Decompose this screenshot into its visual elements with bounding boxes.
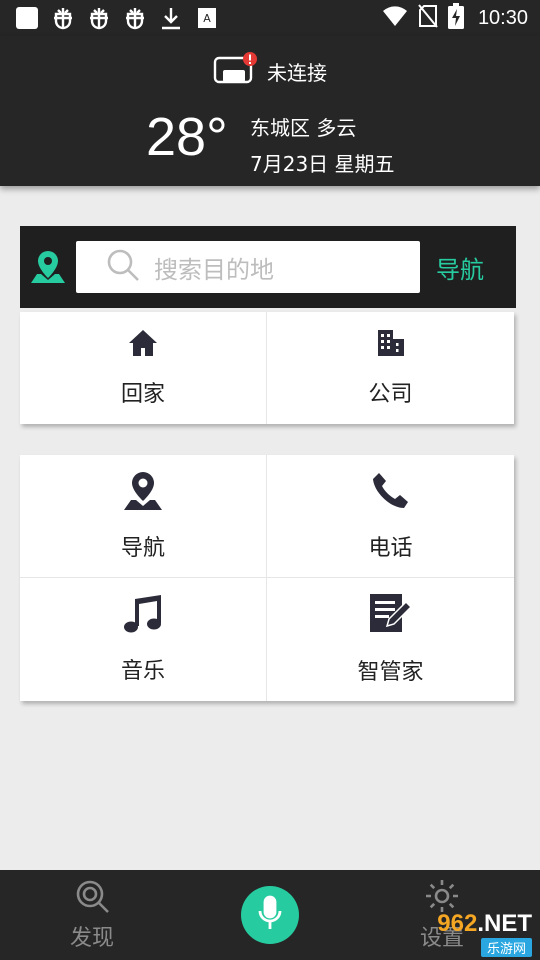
- home-shortcut[interactable]: 回家: [20, 312, 267, 424]
- search-panel: 搜索目的地 导航: [20, 226, 516, 308]
- feature-phone-label: 电话: [368, 535, 413, 561]
- discover-search-icon: [74, 878, 110, 918]
- feature-smart-assistant-label: 智管家: [357, 660, 424, 686]
- bug-icon: [50, 5, 76, 31]
- quick-destinations-card: 回家 公司: [20, 312, 514, 424]
- home-shortcut-label: 回家: [120, 382, 165, 407]
- no-sim-icon: [418, 4, 438, 32]
- search-placeholder: 搜索目的地: [154, 255, 274, 284]
- text-input-icon: A: [194, 5, 220, 31]
- feature-navigation[interactable]: 导航: [20, 455, 267, 578]
- temperature: 28°: [146, 107, 228, 167]
- home-icon: [127, 328, 159, 362]
- status-bar-left: A: [14, 5, 220, 31]
- features-card: 导航 电话 音乐 智管家: [20, 455, 514, 701]
- connection-status[interactable]: 未连接: [0, 52, 540, 90]
- feature-music-label: 音乐: [120, 659, 165, 685]
- navigate-button[interactable]: 导航: [436, 250, 484, 285]
- watermark-subtitle: 乐游网: [480, 937, 532, 957]
- office-building-icon: [376, 328, 406, 362]
- feature-phone[interactable]: 电话: [267, 455, 514, 578]
- company-shortcut-label: 公司: [368, 382, 413, 407]
- notepad-icon: [368, 592, 414, 640]
- feature-navigation-label: 导航: [120, 535, 165, 561]
- download-icon: [158, 5, 184, 31]
- feature-smart-assistant[interactable]: 智管家: [267, 578, 514, 702]
- search-icon: [106, 248, 140, 286]
- navigation-pin-icon: [121, 470, 165, 516]
- bug-icon: [86, 5, 112, 31]
- header-panel: 未连接 28° 东城区 多云 7月23日 星期五: [0, 36, 540, 186]
- location-weather: 东城区 多云: [250, 116, 357, 140]
- wifi-icon: [382, 5, 408, 31]
- music-note-icon: [121, 593, 165, 639]
- search-input[interactable]: 搜索目的地: [76, 241, 420, 293]
- feature-music[interactable]: 音乐: [20, 577, 267, 701]
- battery-charging-icon: [447, 3, 464, 33]
- device-disconnected-icon: [213, 52, 259, 90]
- watermark-suffix: .NET: [477, 909, 532, 937]
- date-weekday: 7月23日 星期五: [250, 152, 395, 176]
- watermark-number: 962: [437, 909, 478, 937]
- status-time: 10:30: [477, 6, 528, 29]
- status-bar: A 10:30: [0, 0, 540, 36]
- site-watermark: 962.NET 乐游网: [400, 909, 532, 957]
- tab-discover[interactable]: 发现: [70, 878, 114, 952]
- tab-discover-label: 发现: [70, 926, 115, 951]
- connection-status-text: 未连接: [267, 60, 327, 85]
- square-notification-icon: [14, 5, 40, 31]
- watermark-brand: 962.NET: [437, 909, 532, 937]
- status-bar-right: 10:30: [382, 3, 528, 33]
- svg-text:A: A: [203, 12, 211, 25]
- voice-input-button[interactable]: [241, 886, 299, 944]
- location-pin-icon[interactable]: [20, 247, 76, 287]
- phone-icon: [370, 470, 412, 516]
- microphone-icon: [257, 895, 283, 935]
- company-shortcut[interactable]: 公司: [267, 312, 514, 424]
- bug-icon: [122, 5, 148, 31]
